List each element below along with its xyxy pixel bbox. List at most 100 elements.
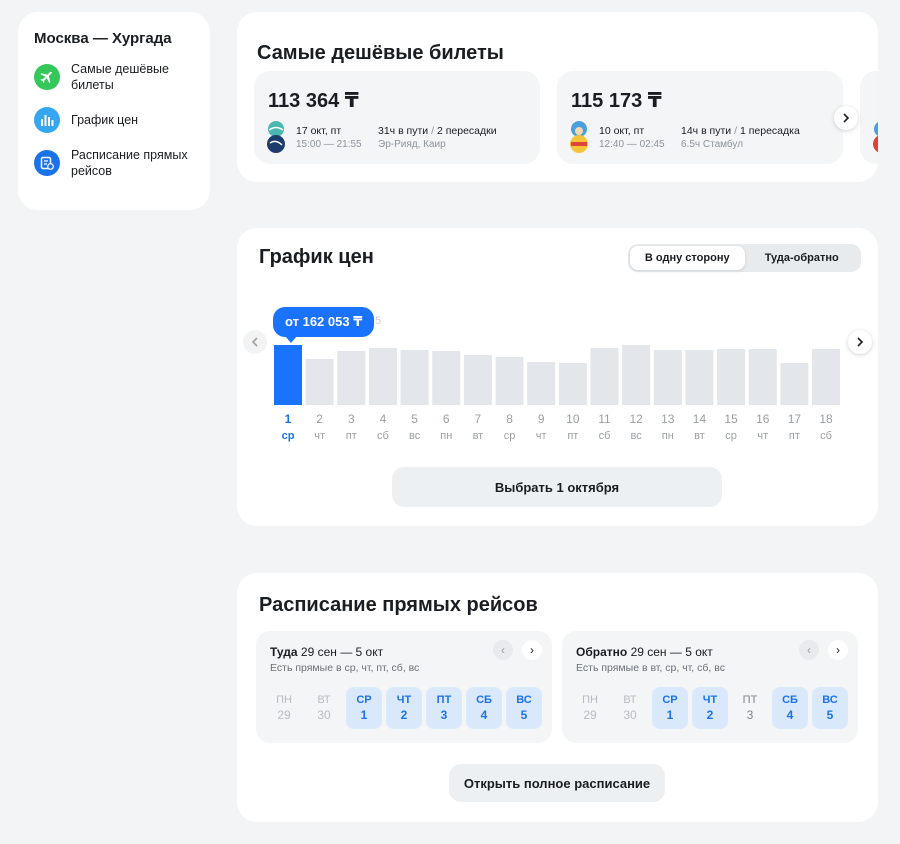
sidebar: Москва — Хургада Самые дешёвые билеты Гр… [18, 12, 210, 210]
direction-label: Туда [270, 645, 298, 659]
weekday-tick-label: пн [662, 430, 674, 442]
next-arrow-button[interactable] [848, 330, 872, 354]
price-bar[interactable] [812, 349, 841, 405]
ticket-price: 113 364 ₸ [268, 90, 359, 112]
day-tick-label: 9 [538, 412, 545, 426]
price-bar[interactable] [622, 345, 651, 405]
prev-arrow-button[interactable] [243, 330, 267, 354]
price-bar[interactable] [653, 350, 682, 405]
weekday-label: СР [662, 694, 678, 706]
section-title: Расписание прямых рейсов [259, 594, 538, 616]
day-tile[interactable]: СБ 4 [466, 687, 502, 729]
weekday-tick-label: вт [473, 430, 484, 442]
weekday-list: ПН 29 ВТ 30 СР 1 ЧТ 2 ПТ 3 СБ 4 ВС 5 [266, 687, 546, 729]
open-full-schedule-button[interactable]: Открыть полное расписание [449, 764, 665, 802]
day-tile: ВТ 30 [306, 687, 342, 729]
weekday-tick-label: чт [757, 430, 768, 442]
date-range: 29 сен — 5 окт [630, 645, 713, 659]
duration-text: 31ч в пути [378, 125, 429, 137]
price-bar[interactable] [558, 363, 587, 405]
chevron-right-icon: › [836, 643, 840, 657]
day-tick-label: 10 [566, 412, 580, 426]
weekday-tick-label: ср [282, 430, 295, 442]
price-bar[interactable] [527, 362, 556, 405]
availability-note: Есть прямые в ср, чт, пт, сб, вс [270, 662, 420, 674]
day-number: 1 [666, 708, 674, 722]
chevron-right-icon: › [530, 643, 534, 657]
prev-week-button[interactable]: ‹ [799, 640, 819, 660]
date-range: 29 сен — 5 окт [300, 645, 384, 659]
ticket-card-partial[interactable] [860, 71, 878, 164]
cheapest-tickets-section: Самые дешёвые билеты 113 364 ₸ 17 окт, п… [237, 12, 878, 182]
price-bar[interactable] [400, 350, 429, 405]
day-tile[interactable]: СР 1 [652, 687, 688, 729]
price-bar[interactable] [432, 351, 461, 405]
weekday-label: ВС [516, 694, 532, 706]
day-tick-label: 14 [693, 412, 707, 426]
ticket-date: 10 окт, пт [599, 125, 645, 137]
ticket-card[interactable]: 115 173 ₸ 10 окт, пт 12:40 — 02:45 14ч в… [557, 71, 843, 164]
day-tick-label: 12 [629, 412, 643, 426]
prev-week-button[interactable]: ‹ [493, 640, 513, 660]
sidebar-item-price-chart[interactable]: График цен [34, 107, 196, 133]
price-bar[interactable] [463, 355, 492, 405]
return-header: Обратно 29 сен — 5 окт [576, 645, 713, 659]
weekday-label: ВТ [623, 694, 637, 706]
day-number: 3 [746, 708, 754, 722]
price-bar[interactable] [685, 350, 714, 405]
day-tile[interactable]: ВС 5 [812, 687, 848, 729]
day-number: 2 [400, 708, 408, 722]
price-bar[interactable] [495, 357, 524, 405]
day-tile: ПН 29 [572, 687, 608, 729]
day-tick-label: 13 [661, 412, 675, 426]
weekday-tick-label: вс [409, 430, 421, 442]
sidebar-item-label: Расписание прямых рейсов [71, 148, 188, 178]
day-tile[interactable]: СБ 4 [772, 687, 808, 729]
ticket-card[interactable]: 113 364 ₸ 17 окт, пт 15:00 — 21:55 31ч в… [254, 71, 540, 164]
day-tile: ВТ 30 [612, 687, 648, 729]
separator: / [731, 125, 740, 137]
weekday-tick-label: сб [599, 430, 611, 442]
weekday-label: ЧТ [702, 694, 718, 706]
weekday-tick-label: ср [725, 430, 737, 442]
price-bar[interactable] [590, 348, 619, 405]
day-tile[interactable]: ПТ 3 [426, 687, 462, 729]
ticket-price: 115 173 ₸ [571, 90, 662, 112]
price-bar[interactable] [337, 351, 366, 405]
day-tick-label: 6 [443, 412, 450, 426]
sidebar-item-cheapest[interactable]: Самые дешёвые билеты [34, 61, 196, 93]
next-week-button[interactable]: › [522, 640, 542, 660]
price-bar-chart: 1 ср 2 чт 3 пт 4 сб 5 вс 6 пн 7 вт 8 ср 9 чт 10 пт 11 сб 12 вс 1… [274, 345, 841, 442]
sidebar-item-label: Самые дешёвые билеты [71, 62, 169, 92]
weekday-label: СБ [476, 694, 492, 706]
day-number: 3 [440, 708, 448, 722]
ticket-duration: 31ч в пути / 2 пересадки [378, 125, 497, 137]
hidden-price-label: 5 [375, 315, 382, 327]
day-tile: ПН 29 [266, 687, 302, 729]
day-tick-label: 7 [475, 412, 482, 426]
weekday-tick-label: сб [377, 430, 389, 442]
next-arrow-button[interactable] [834, 106, 858, 130]
price-bar[interactable] [717, 349, 746, 405]
weekday-tick-label: пт [346, 430, 357, 442]
price-bar[interactable] [368, 348, 397, 405]
price-bar[interactable] [748, 349, 777, 405]
day-tile[interactable]: ВС 5 [506, 687, 542, 729]
day-number: 4 [480, 708, 488, 722]
price-bar[interactable] [274, 345, 302, 405]
next-week-button[interactable]: › [828, 640, 848, 660]
day-tile[interactable]: СР 1 [346, 687, 382, 729]
weekday-label: ВТ [317, 694, 331, 706]
select-date-button[interactable]: Выбрать 1 октября [392, 467, 722, 507]
weekday-tick-label: пт [567, 430, 578, 442]
weekday-label: ПН [276, 694, 292, 706]
price-bar[interactable] [780, 363, 809, 405]
day-tile[interactable]: ЧТ 2 [386, 687, 422, 729]
day-tile[interactable]: ЧТ 2 [692, 687, 728, 729]
duration-text: 14ч в пути [681, 125, 732, 137]
price-bar[interactable] [305, 359, 334, 405]
day-tick-label: 16 [756, 412, 770, 426]
direction-label: Обратно [576, 645, 628, 659]
sidebar-item-schedule[interactable]: Расписание прямых рейсов [34, 147, 196, 179]
day-tick-label: 15 [724, 412, 738, 426]
